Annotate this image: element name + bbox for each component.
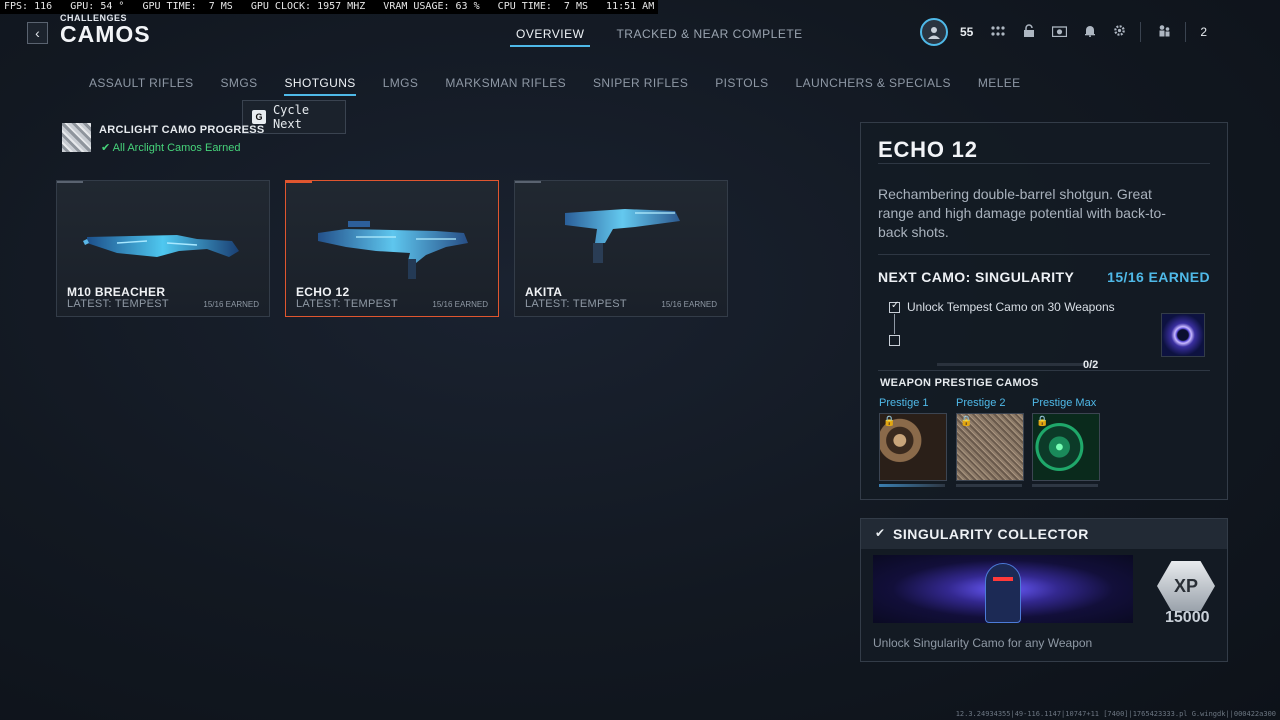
weapon-earned-count: 15/16 EARNED [661, 300, 717, 309]
singularity-camo-icon [1161, 313, 1205, 357]
tab-assault-rifles[interactable]: ASSAULT RIFLES [89, 76, 194, 96]
tab-overview[interactable]: OVERVIEW [510, 27, 591, 47]
prestige-label: Prestige Max [1032, 397, 1097, 409]
page-title: CAMOS [60, 21, 151, 47]
hud-bar: 55 2 [920, 18, 1207, 46]
prestige-camo-max[interactable]: Prestige Max 🔒 [1032, 397, 1100, 487]
xp-badge-icon: XP [1157, 561, 1215, 611]
card-corner-accent [286, 181, 312, 183]
checkmark-icon: ✔ [101, 142, 111, 154]
tab-pistols[interactable]: PISTOLS [715, 76, 768, 96]
avatar-icon [928, 27, 940, 39]
tab-shotguns[interactable]: SHOTGUNS [284, 76, 356, 96]
weapon-name: ECHO 12 [296, 285, 350, 299]
next-camo-earned: 15/16 EARNED [1107, 269, 1210, 285]
reward-header: ✔ SINGULARITY COLLECTOR [861, 519, 1227, 549]
prestige-thumb: 🔒 [879, 413, 947, 481]
weapon-latest-camo: LATEST: TEMPEST [67, 298, 169, 310]
shotgun-icon [318, 221, 468, 279]
prestige-camo-1[interactable]: Prestige 1 🔒 [879, 397, 947, 487]
prestige-label: Prestige 1 [879, 397, 929, 409]
lock-icon: 🔒 [883, 416, 896, 427]
card-corner-accent [57, 181, 83, 183]
tab-lmgs[interactable]: LMGS [383, 76, 419, 96]
divider [878, 370, 1210, 371]
challenge-connector [894, 314, 895, 334]
weapon-detail-title: ECHO 12 [878, 137, 978, 162]
weapon-detail-panel: ECHO 12 Rechambering double-barrel shotg… [860, 122, 1228, 500]
performance-overlay: FPS: 116 GPU: 54 ° GPU TIME: 7 MS GPU CL… [0, 0, 659, 14]
card-corner-accent [515, 181, 541, 183]
challenge-checkbox-pending [889, 335, 900, 346]
tab-launchers-specials[interactable]: LAUNCHERS & SPECIALS [796, 76, 951, 96]
divider [878, 163, 1210, 164]
reward-panel: ✔ SINGULARITY COLLECTOR XP 15000 Unlock … [860, 518, 1228, 662]
checkmark-icon: ✔ [875, 526, 886, 540]
weapon-card-akita[interactable]: AKITA LATEST: TEMPEST 15/16 EARNED [514, 180, 728, 317]
tab-tracked-near-complete[interactable]: TRACKED & NEAR COMPLETE [616, 27, 802, 47]
calling-card-eyes [993, 577, 1013, 581]
hud-divider [1140, 22, 1142, 42]
unlock-icon[interactable] [1023, 24, 1035, 40]
weapon-category-tabs: ASSAULT RIFLES SMGS SHOTGUNS LMGS MARKSM… [89, 76, 1021, 96]
xp-amount: 15000 [1165, 609, 1210, 626]
weapon-card-echo-12[interactable]: ECHO 12 LATEST: TEMPEST 15/16 EARNED [285, 180, 499, 317]
grid-icon[interactable] [990, 25, 1006, 40]
reward-description: Unlock Singularity Camo for any Weapon [873, 636, 1093, 650]
player-level: 55 [960, 25, 974, 39]
prestige-progress-bar [956, 484, 1022, 487]
tooltip-label: Cycle Next [272, 103, 310, 131]
prestige-label: Prestige 2 [956, 397, 1006, 409]
tab-melee[interactable]: MELEE [978, 76, 1021, 96]
gear-icon[interactable] [1113, 24, 1126, 40]
weapon-description: Rechambering double-barrel shotgun. Grea… [878, 186, 1166, 240]
prestige-camo-2[interactable]: Prestige 2 🔒 [956, 397, 1024, 487]
calling-card-figure [985, 563, 1021, 623]
prestige-progress-bar [1032, 484, 1098, 487]
arclight-progress-status: ✔ All Arclight Camos Earned [101, 141, 240, 154]
arclight-status-text: All Arclight Camos Earned [112, 142, 241, 154]
arclight-progress-title: ARCLIGHT CAMO PROGRESS [99, 124, 265, 136]
calling-card-image [873, 555, 1133, 623]
weapon-latest-camo: LATEST: TEMPEST [296, 298, 398, 310]
next-camo-title: NEXT CAMO: SINGULARITY [878, 269, 1075, 285]
bell-icon[interactable] [1084, 24, 1096, 40]
shotgun-icon [83, 235, 239, 257]
key-hint: G [252, 110, 266, 124]
prestige-camos-title: WEAPON PRESTIGE CAMOS [880, 377, 1039, 389]
weapon-name: M10 BREACHER [67, 285, 166, 299]
challenge-progress-bar [937, 363, 1097, 366]
back-button[interactable]: ‹ [27, 22, 48, 44]
divider [878, 254, 1210, 255]
tab-marksman-rifles[interactable]: MARKSMAN RIFLES [445, 76, 566, 96]
reward-title: SINGULARITY COLLECTOR [893, 526, 1089, 542]
camera-icon[interactable] [1052, 25, 1068, 40]
party-count: 2 [1200, 25, 1208, 39]
party-icon[interactable] [1158, 24, 1171, 40]
weapon-earned-count: 15/16 EARNED [432, 300, 488, 309]
weapon-latest-camo: LATEST: TEMPEST [525, 298, 627, 310]
prestige-progress-bar [879, 484, 945, 487]
tab-sniper-rifles[interactable]: SNIPER RIFLES [593, 76, 688, 96]
build-info: 12.3.24934355|49-116.1147|10747+11 [7400… [955, 710, 1276, 718]
challenge-checkbox-complete [889, 300, 900, 313]
prestige-thumb: 🔒 [956, 413, 1024, 481]
lock-icon: 🔒 [960, 416, 973, 427]
shotgun-icon [565, 209, 680, 263]
tab-smgs[interactable]: SMGS [221, 76, 258, 96]
weapon-earned-count: 15/16 EARNED [203, 300, 259, 309]
weapon-card-m10-breacher[interactable]: M10 BREACHER LATEST: TEMPEST 15/16 EARNE… [56, 180, 270, 317]
prestige-thumb: 🔒 [1032, 413, 1100, 481]
hud-divider [1185, 22, 1187, 42]
top-tab-bar: OVERVIEW TRACKED & NEAR COMPLETE [510, 27, 803, 47]
lock-icon: 🔒 [1036, 416, 1049, 427]
player-avatar[interactable] [920, 18, 948, 46]
challenge-text: Unlock Tempest Camo on 30 Weapons [907, 300, 1115, 314]
arclight-camo-icon [62, 123, 91, 152]
weapon-name: AKITA [525, 285, 563, 299]
